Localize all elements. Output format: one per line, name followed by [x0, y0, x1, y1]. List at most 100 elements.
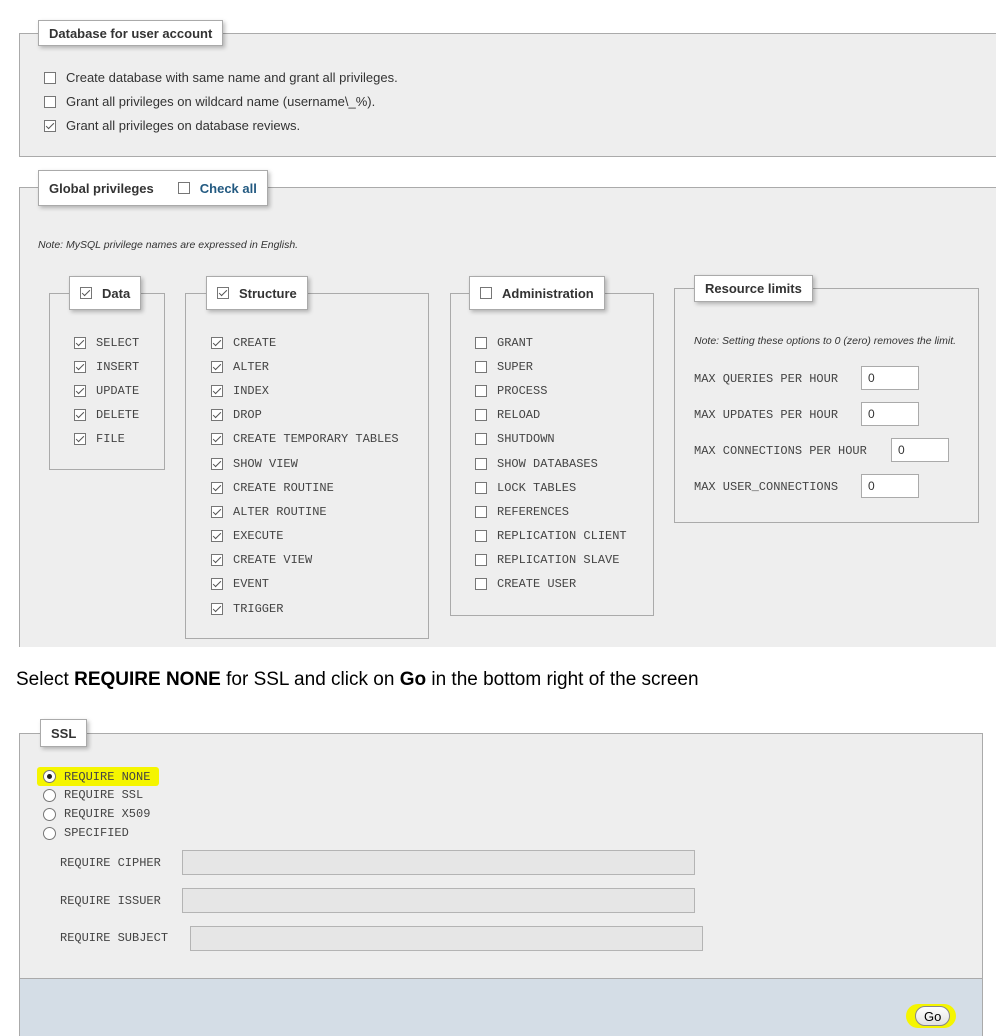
- priv-super[interactable]: SUPER: [475, 360, 533, 374]
- administration-group-checkbox[interactable]: [480, 287, 492, 299]
- priv-delete[interactable]: DELETE: [74, 408, 139, 422]
- radio-require-none[interactable]: [43, 770, 56, 783]
- instruction-bold: REQUIRE NONE: [74, 669, 221, 690]
- ssl-require-ssl[interactable]: REQUIRE SSL: [43, 788, 143, 802]
- priv-replication-client[interactable]: REPLICATION CLIENT: [475, 529, 627, 543]
- checkbox-file[interactable]: [74, 433, 86, 445]
- priv-create[interactable]: CREATE: [211, 336, 276, 350]
- checkbox-create-view[interactable]: [211, 554, 223, 566]
- priv-label: SHOW DATABASES: [497, 457, 598, 471]
- priv-create-temporary-tables[interactable]: CREATE TEMPORARY TABLES: [211, 432, 399, 446]
- priv-reload[interactable]: RELOAD: [475, 408, 540, 422]
- checkbox-execute[interactable]: [211, 530, 223, 542]
- instruction-part: in the bottom right of the screen: [426, 669, 699, 690]
- checkbox-insert[interactable]: [74, 361, 86, 373]
- priv-replication-slave[interactable]: REPLICATION SLAVE: [475, 553, 619, 567]
- priv-label: INSERT: [96, 360, 140, 374]
- priv-create-view[interactable]: CREATE VIEW: [211, 553, 312, 567]
- priv-file[interactable]: FILE: [74, 432, 125, 446]
- priv-create-user[interactable]: CREATE USER: [475, 577, 576, 591]
- priv-execute[interactable]: EXECUTE: [211, 529, 283, 543]
- checkbox-grant[interactable]: [475, 337, 487, 349]
- checkbox-create-routine[interactable]: [211, 482, 223, 494]
- priv-label: CREATE TEMPORARY TABLES: [233, 432, 399, 446]
- max-updates-input[interactable]: [861, 402, 919, 426]
- ssl-require-none[interactable]: REQUIRE NONE: [37, 767, 160, 786]
- max-queries-input[interactable]: [861, 366, 919, 390]
- priv-process[interactable]: PROCESS: [475, 384, 547, 398]
- checkbox-update[interactable]: [74, 385, 86, 397]
- max-connections-input[interactable]: [891, 438, 949, 462]
- checkbox-reviews[interactable]: [44, 119, 56, 132]
- priv-insert[interactable]: INSERT: [74, 360, 139, 374]
- checkbox-trigger[interactable]: [211, 603, 223, 615]
- radio-specified[interactable]: [43, 826, 56, 840]
- priv-label: ALTER: [233, 360, 270, 374]
- priv-select[interactable]: SELECT: [74, 336, 139, 350]
- priv-label: EXECUTE: [233, 529, 284, 543]
- checkbox-create-user[interactable]: [475, 578, 487, 590]
- checkbox-shutdown[interactable]: [475, 433, 487, 445]
- priv-grant[interactable]: GRANT: [475, 336, 533, 350]
- checkbox-event[interactable]: [211, 578, 223, 590]
- priv-drop[interactable]: DROP: [211, 408, 262, 422]
- priv-label: TRIGGER: [233, 602, 284, 616]
- checkbox-select[interactable]: [74, 337, 86, 349]
- checkbox-index[interactable]: [211, 385, 223, 397]
- checkbox-show-databases[interactable]: [475, 458, 487, 470]
- require-subject-input[interactable]: [190, 926, 703, 951]
- checkbox-references[interactable]: [475, 506, 487, 518]
- require-issuer-input[interactable]: [182, 888, 695, 913]
- check-all-checkbox[interactable]: [177, 182, 190, 194]
- checkbox-replication-slave[interactable]: [475, 554, 487, 566]
- checkbox-create-temporary-tables[interactable]: [211, 433, 223, 445]
- checkbox-create-same-name[interactable]: [44, 71, 56, 84]
- checkbox-create[interactable]: [211, 337, 223, 349]
- priv-shutdown[interactable]: SHUTDOWN: [475, 432, 555, 446]
- priv-lock-tables[interactable]: LOCK TABLES: [475, 481, 576, 495]
- priv-index[interactable]: INDEX: [211, 384, 269, 398]
- require-cipher-input[interactable]: [182, 850, 695, 875]
- db-option-wildcard[interactable]: Grant all privileges on wildcard name (u…: [44, 94, 375, 109]
- radio-require-x509[interactable]: [43, 807, 56, 821]
- priv-update[interactable]: UPDATE: [74, 384, 139, 398]
- checkbox-process[interactable]: [475, 385, 487, 397]
- priv-label: CREATE USER: [497, 577, 577, 591]
- data-legend: Data: [69, 276, 142, 310]
- checkbox-show-view[interactable]: [211, 458, 223, 470]
- form-footer: [19, 978, 983, 1036]
- check-all-label[interactable]: Check all: [200, 181, 257, 196]
- checkbox-lock-tables[interactable]: [475, 482, 487, 494]
- mysql-privilege-note: Note: MySQL privilege names are expresse…: [38, 239, 299, 251]
- priv-create-routine[interactable]: CREATE ROUTINE: [211, 481, 334, 495]
- data-group-checkbox[interactable]: [80, 287, 92, 299]
- instruction-part: Select: [16, 669, 75, 690]
- db-option-create-same-name[interactable]: Create database with same name and grant…: [44, 70, 398, 85]
- checkbox-drop[interactable]: [211, 409, 223, 421]
- priv-alter-routine[interactable]: ALTER ROUTINE: [211, 505, 327, 519]
- priv-event[interactable]: EVENT: [211, 577, 269, 591]
- priv-trigger[interactable]: TRIGGER: [211, 602, 283, 616]
- db-option-label: Grant all privileges on database reviews…: [66, 118, 301, 133]
- structure-legend: Structure: [206, 276, 308, 310]
- db-option-reviews[interactable]: Grant all privileges on database reviews…: [44, 118, 300, 133]
- go-button[interactable]: Go: [915, 1006, 951, 1026]
- checkbox-reload[interactable]: [475, 409, 487, 421]
- max-user-connections-input[interactable]: [861, 474, 919, 498]
- checkbox-super[interactable]: [475, 361, 487, 373]
- checkbox-replication-client[interactable]: [475, 530, 487, 542]
- checkbox-alter[interactable]: [211, 361, 223, 373]
- checkbox-wildcard[interactable]: [44, 95, 56, 108]
- priv-alter[interactable]: ALTER: [211, 360, 269, 374]
- ssl-require-x509[interactable]: REQUIRE X509: [43, 807, 150, 821]
- checkbox-alter-routine[interactable]: [211, 506, 223, 518]
- priv-label: SELECT: [96, 336, 140, 350]
- radio-require-ssl[interactable]: [43, 788, 56, 802]
- priv-show-databases[interactable]: SHOW DATABASES: [475, 457, 598, 471]
- db-option-label: Grant all privileges on wildcard name (u…: [66, 94, 376, 109]
- checkbox-delete[interactable]: [74, 409, 86, 421]
- ssl-specified[interactable]: SPECIFIED: [43, 826, 129, 840]
- structure-group-checkbox[interactable]: [217, 287, 229, 299]
- priv-references[interactable]: REFERENCES: [475, 505, 569, 519]
- priv-show-view[interactable]: SHOW VIEW: [211, 457, 298, 471]
